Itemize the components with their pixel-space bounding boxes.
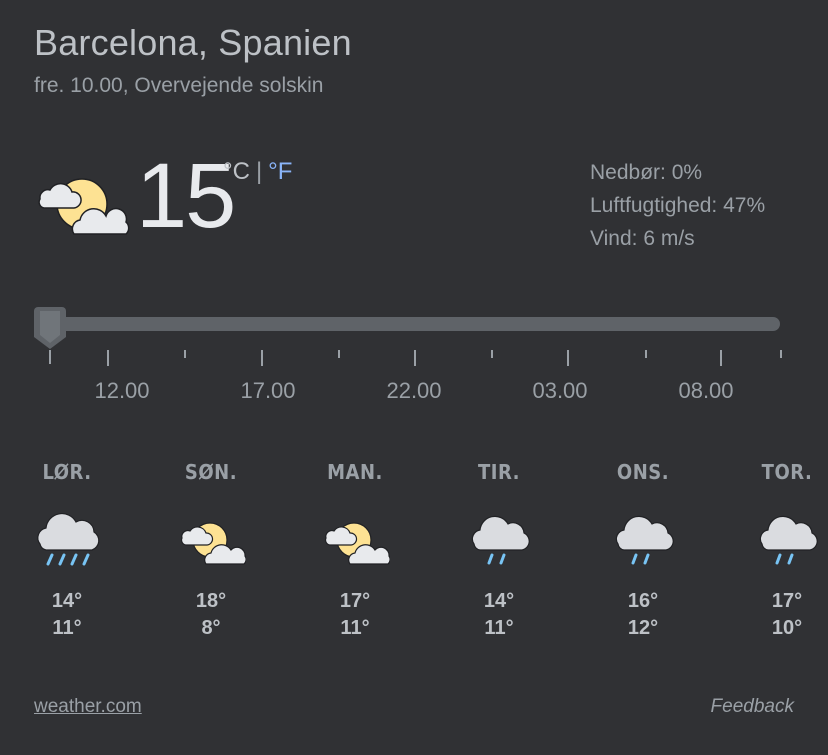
low-temp: 11° [340, 617, 370, 639]
tick-major [567, 350, 569, 366]
forecast-day[interactable]: LØR. 14° 11° [17, 460, 117, 640]
tick-major [107, 350, 109, 366]
low-temp: 10° [771, 617, 803, 639]
showers-icon [615, 515, 674, 565]
low-temp: 8° [201, 617, 221, 639]
showers-icon [759, 515, 818, 565]
partly-sunny-icon [38, 178, 130, 235]
high-temp: 14° [51, 590, 83, 612]
current-temperature: 15 [136, 145, 236, 247]
partly-sunny-icon [324, 522, 390, 565]
wind: Vind: 6 m/s [590, 227, 695, 250]
tick-major [49, 350, 51, 364]
precipitation: Nedbør: 0% [590, 161, 703, 184]
day-name: TOR. [761, 460, 813, 484]
timeline-slider-track[interactable] [36, 317, 780, 331]
time-and-condition: fre. 10.00, Overvejende solskin [34, 74, 324, 97]
day-name: SØN. [184, 460, 238, 484]
forecast-day[interactable]: TOR. 17° 10° [737, 460, 828, 640]
tick-minor [338, 350, 340, 358]
timeline-label: 17.00 [240, 378, 296, 403]
timeline-label: 03.00 [532, 378, 588, 403]
low-temp: 12° [627, 617, 659, 639]
tick-major [414, 350, 416, 366]
high-temp: 18° [195, 590, 227, 612]
timeline-slider-thumb[interactable] [34, 307, 66, 351]
low-temp: 11° [484, 617, 514, 639]
timeline-label: 08.00 [678, 378, 734, 403]
showers-icon [471, 515, 530, 565]
low-temp: 11° [52, 617, 82, 639]
forecast-day[interactable]: TIR. 14° 11° [449, 460, 549, 640]
day-name: LØR. [42, 460, 92, 484]
forecast-day[interactable]: SØN. 18° 8° [161, 460, 261, 640]
source-link[interactable]: weather.com [34, 696, 142, 718]
tick-minor [491, 350, 493, 358]
high-temp: 16° [627, 590, 659, 612]
rain-icon [37, 513, 100, 566]
tick-minor [780, 350, 782, 358]
weather-details: Nedbør: 0% Luftfugtighed: 47% Vind: 6 m/… [590, 156, 765, 255]
unit-separator: | [255, 158, 263, 185]
feedback-link[interactable]: Feedback [711, 696, 794, 718]
timeline-label: 22.00 [386, 378, 442, 403]
unit-toggle: °C | °F [223, 158, 292, 186]
high-temp: 17° [339, 590, 371, 612]
humidity: Luftfugtighed: 47% [590, 194, 766, 217]
high-temp: 14° [483, 590, 515, 612]
forecast-day[interactable]: ONS. 16° 12° [593, 460, 693, 640]
celsius-unit[interactable]: °C [223, 158, 250, 185]
tick-major [720, 350, 722, 366]
day-name: ONS. [616, 460, 670, 484]
timeline-label: 12.00 [94, 378, 150, 403]
fahrenheit-unit[interactable]: °F [268, 158, 292, 185]
day-name: MAN. [327, 460, 383, 484]
tick-minor [645, 350, 647, 358]
high-temp: 17° [771, 590, 803, 612]
partly-sunny-icon [180, 522, 246, 565]
location-title: Barcelona, Spanien [34, 22, 352, 63]
forecast-day[interactable]: MAN. 17° 11° [305, 460, 405, 640]
tick-minor [184, 350, 186, 358]
day-name: TIR. [477, 460, 521, 484]
tick-major [261, 350, 263, 366]
